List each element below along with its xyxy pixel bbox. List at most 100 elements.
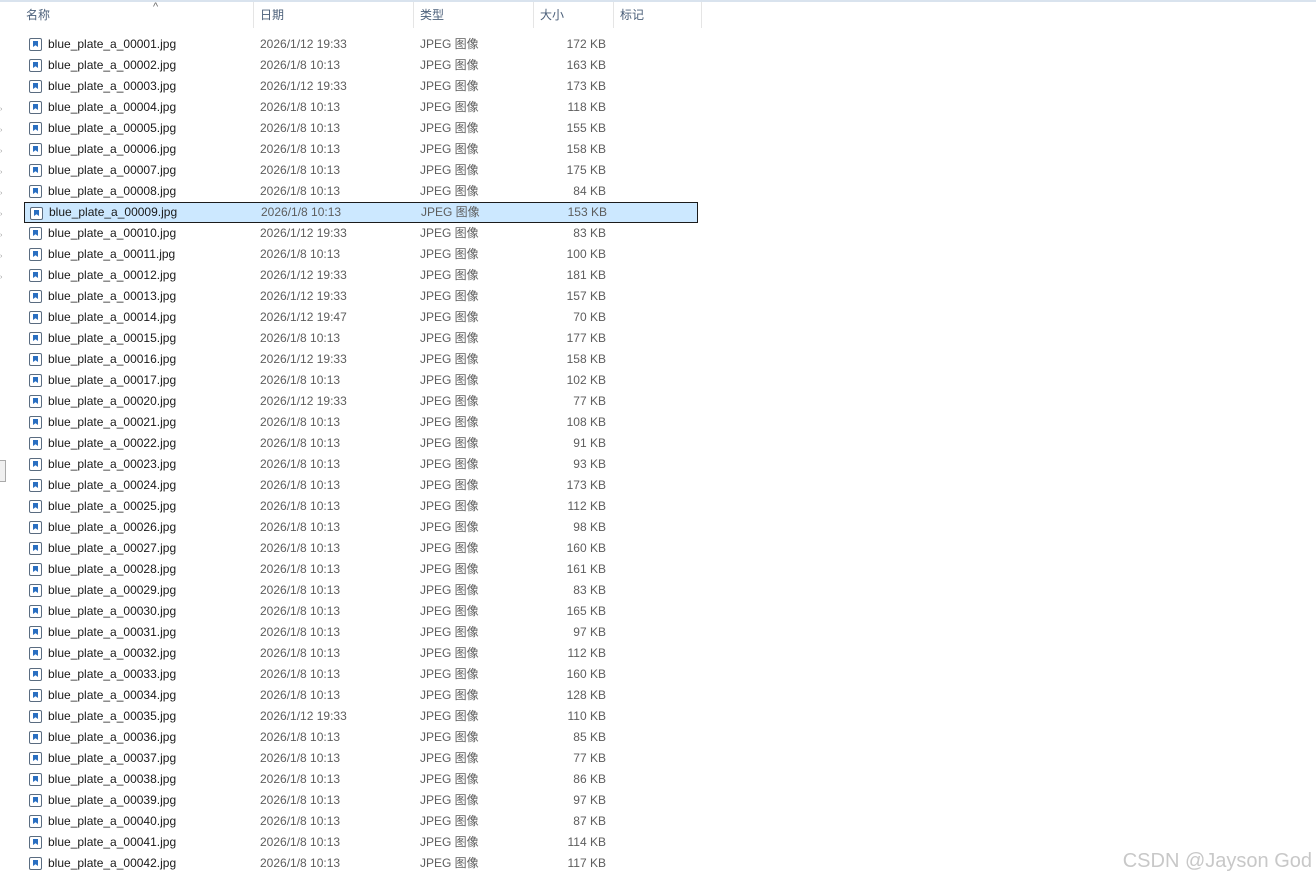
image-file-icon <box>29 605 42 618</box>
file-name: blue_plate_a_00031.jpg <box>48 625 177 639</box>
file-date: 2026/1/8 10:13 <box>260 58 341 72</box>
file-row[interactable]: blue_plate_a_00028.jpg 2026/1/8 10:13 JPEG… <box>24 559 698 580</box>
file-row[interactable]: blue_plate_a_00023.jpg 2026/1/8 10:13 JPEG… <box>24 454 698 475</box>
file-row[interactable]: blue_plate_a_00012.jpg 2026/1/12 19:33 JPE… <box>24 265 698 286</box>
file-row[interactable]: blue_plate_a_00021.jpg 2026/1/8 10:13 JPEG… <box>24 412 698 433</box>
file-date: 2026/1/8 10:13 <box>260 436 341 450</box>
file-row[interactable]: blue_plate_a_00041.jpg 2026/1/8 10:13 JPEG… <box>24 832 698 853</box>
image-file-icon <box>30 207 43 220</box>
column-header-name[interactable]: 名称 ^ <box>20 1 254 28</box>
file-size: 102 KB <box>566 373 606 387</box>
file-name: blue_plate_a_00005.jpg <box>48 121 177 135</box>
file-row[interactable]: blue_plate_a_00009.jpg 2026/1/8 10:13 JPEG… <box>24 202 698 223</box>
column-name-label: 名称 <box>26 8 51 22</box>
file-name: blue_plate_a_00023.jpg <box>48 457 177 471</box>
file-date: 2026/1/8 10:13 <box>260 478 341 492</box>
column-header-tags[interactable]: 标记 <box>614 2 702 28</box>
file-row[interactable]: blue_plate_a_00010.jpg 2026/1/12 19:33 JPE… <box>24 223 698 244</box>
file-row[interactable]: blue_plate_a_00008.jpg 2026/1/8 10:13 JPEG… <box>24 181 698 202</box>
file-row[interactable]: blue_plate_a_00016.jpg 2026/1/12 19:33 JPE… <box>24 349 698 370</box>
file-row[interactable]: blue_plate_a_00017.jpg 2026/1/8 10:13 JPEG… <box>24 370 698 391</box>
file-row[interactable]: blue_plate_a_00027.jpg 2026/1/8 10:13 JPEG… <box>24 538 698 559</box>
file-row[interactable]: blue_plate_a_00042.jpg 2026/1/8 10:13 JPEG… <box>24 853 698 874</box>
file-size: 112 KB <box>567 499 606 513</box>
file-date: 2026/1/8 10:13 <box>260 730 341 744</box>
image-file-icon <box>29 479 42 492</box>
file-date: 2026/1/12 19:33 <box>260 709 347 723</box>
file-size: 153 KB <box>567 205 607 219</box>
file-row[interactable]: blue_plate_a_00022.jpg 2026/1/8 10:13 JPEG… <box>24 433 698 454</box>
file-date: 2026/1/8 10:13 <box>260 814 341 828</box>
nav-expand-icon[interactable]: › <box>0 253 4 260</box>
file-row[interactable]: blue_plate_a_00026.jpg 2026/1/8 10:13 JPEG… <box>24 517 698 538</box>
image-file-icon <box>29 332 42 345</box>
file-date: 2026/1/8 10:13 <box>260 142 341 156</box>
nav-expand-icon[interactable]: › <box>0 190 4 197</box>
file-name: blue_plate_a_00021.jpg <box>48 415 177 429</box>
file-date: 2026/1/12 19:33 <box>260 394 347 408</box>
column-header-size[interactable]: 大小 <box>534 2 614 28</box>
file-row[interactable]: blue_plate_a_00038.jpg 2026/1/8 10:13 JPEG… <box>24 769 698 790</box>
file-date: 2026/1/12 19:33 <box>260 37 347 51</box>
file-row[interactable]: blue_plate_a_00030.jpg 2026/1/8 10:13 JPEG… <box>24 601 698 622</box>
file-row[interactable]: blue_plate_a_00034.jpg 2026/1/8 10:13 JPEG… <box>24 685 698 706</box>
file-row[interactable]: blue_plate_a_00003.jpg 2026/1/12 19:33 JPE… <box>24 76 698 97</box>
file-type: JPEG 图像 <box>420 436 479 450</box>
file-name: blue_plate_a_00013.jpg <box>48 289 177 303</box>
file-row[interactable]: blue_plate_a_00024.jpg 2026/1/8 10:13 JPEG… <box>24 475 698 496</box>
nav-expand-icon[interactable]: › <box>0 211 4 218</box>
nav-expand-icon[interactable]: › <box>0 106 4 113</box>
image-file-icon <box>29 80 42 93</box>
file-size: 100 KB <box>566 247 606 261</box>
file-size: 155 KB <box>566 121 606 135</box>
file-date: 2026/1/12 19:33 <box>260 226 347 240</box>
nav-expand-icon[interactable]: › <box>0 148 4 155</box>
file-row[interactable]: blue_plate_a_00029.jpg 2026/1/8 10:13 JPEG… <box>24 580 698 601</box>
file-row[interactable]: blue_plate_a_00033.jpg 2026/1/8 10:13 JPEG… <box>24 664 698 685</box>
nav-expand-icon[interactable]: › <box>0 127 4 134</box>
file-row[interactable]: blue_plate_a_00025.jpg 2026/1/8 10:13 JPEG… <box>24 496 698 517</box>
file-row[interactable]: blue_plate_a_00013.jpg 2026/1/12 19:33 JPE… <box>24 286 698 307</box>
column-header-type[interactable]: 类型 <box>414 2 534 28</box>
file-date: 2026/1/12 19:33 <box>260 352 347 366</box>
file-date: 2026/1/8 10:13 <box>260 247 341 261</box>
file-row[interactable]: blue_plate_a_00036.jpg 2026/1/8 10:13 JPEG… <box>24 727 698 748</box>
image-file-icon <box>29 269 42 282</box>
file-row[interactable]: blue_plate_a_00037.jpg 2026/1/8 10:13 JPEG… <box>24 748 698 769</box>
file-name: blue_plate_a_00015.jpg <box>48 331 177 345</box>
file-size: 117 KB <box>567 856 606 870</box>
file-row[interactable]: blue_plate_a_00040.jpg 2026/1/8 10:13 JPEG… <box>24 811 698 832</box>
file-row[interactable]: blue_plate_a_00002.jpg 2026/1/8 10:13 JPEG… <box>24 55 698 76</box>
file-name: blue_plate_a_00038.jpg <box>48 772 177 786</box>
file-row[interactable]: blue_plate_a_00001.jpg 2026/1/12 19:33 JPE… <box>24 34 698 55</box>
image-file-icon <box>29 374 42 387</box>
file-row[interactable]: blue_plate_a_00015.jpg 2026/1/8 10:13 JPEG… <box>24 328 698 349</box>
image-file-icon <box>29 164 42 177</box>
file-row[interactable]: blue_plate_a_00011.jpg 2026/1/8 10:13 JPEG… <box>24 244 698 265</box>
column-header-date[interactable]: 日期 <box>254 2 414 28</box>
file-row[interactable]: blue_plate_a_00014.jpg 2026/1/12 19:47 JPE… <box>24 307 698 328</box>
file-row[interactable]: blue_plate_a_00031.jpg 2026/1/8 10:13 JPEG… <box>24 622 698 643</box>
file-row[interactable]: blue_plate_a_00032.jpg 2026/1/8 10:13 JPEG… <box>24 643 698 664</box>
file-row[interactable]: blue_plate_a_00035.jpg 2026/1/12 19:33 JPE… <box>24 706 698 727</box>
file-row[interactable]: blue_plate_a_00020.jpg 2026/1/12 19:33 JPE… <box>24 391 698 412</box>
file-row[interactable]: blue_plate_a_00007.jpg 2026/1/8 10:13 JPEG… <box>24 160 698 181</box>
file-row[interactable]: blue_plate_a_00005.jpg 2026/1/8 10:13 JPEG… <box>24 118 698 139</box>
file-type: JPEG 图像 <box>420 751 479 765</box>
file-size: 85 KB <box>573 730 606 744</box>
file-type: JPEG 图像 <box>420 142 479 156</box>
file-row[interactable]: blue_plate_a_00006.jpg 2026/1/8 10:13 JPEG… <box>24 139 698 160</box>
nav-expand-icon[interactable]: › <box>0 232 4 239</box>
file-name: blue_plate_a_00011.jpg <box>48 247 176 261</box>
nav-expand-icon[interactable]: › <box>0 274 4 281</box>
file-name: blue_plate_a_00024.jpg <box>48 478 177 492</box>
image-file-icon <box>29 59 42 72</box>
file-row[interactable]: blue_plate_a_00004.jpg 2026/1/8 10:13 JPEG… <box>24 97 698 118</box>
file-date: 2026/1/8 10:13 <box>260 751 341 765</box>
file-size: 177 KB <box>566 331 606 345</box>
nav-expand-icon[interactable]: › <box>0 169 4 176</box>
file-date: 2026/1/8 10:13 <box>260 646 341 660</box>
file-row[interactable]: blue_plate_a_00039.jpg 2026/1/8 10:13 JPEG… <box>24 790 698 811</box>
nav-pane-scrollbar[interactable] <box>0 460 6 482</box>
file-size: 163 KB <box>566 58 606 72</box>
